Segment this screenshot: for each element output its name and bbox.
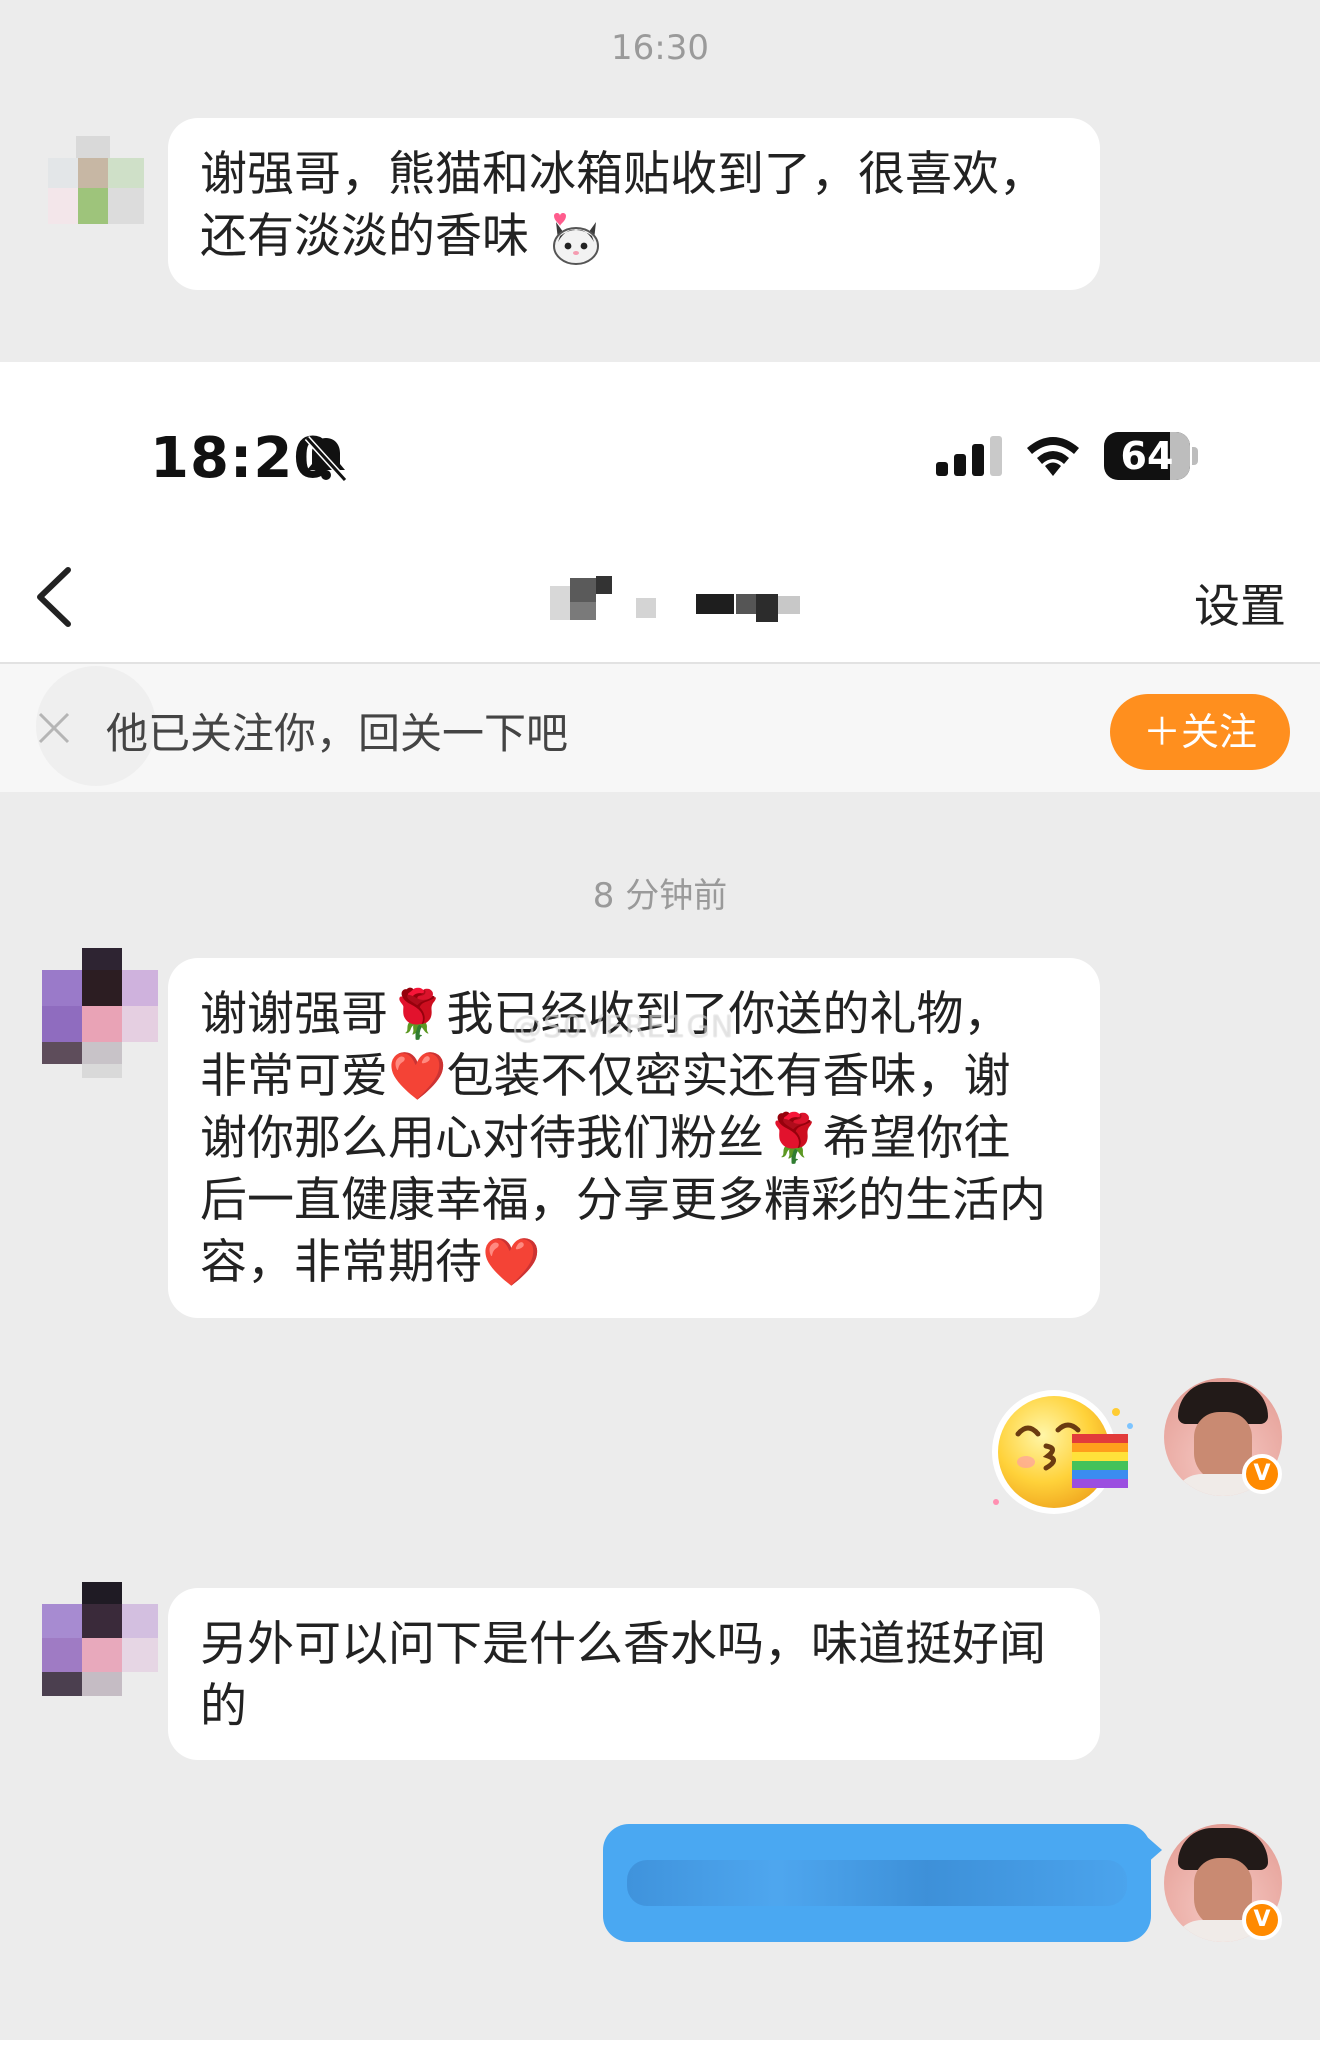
battery-icon: 64 [1104, 432, 1198, 480]
cellular-signal-icon [936, 436, 1002, 476]
close-icon[interactable] [34, 708, 74, 748]
message-text: 另外可以问下是什么香水吗，味道挺好闻 [200, 1617, 1046, 1672]
verified-badge-icon: V [1242, 1900, 1282, 1940]
watermark: @S0VERE1GN [512, 1010, 735, 1045]
message-text: 容，非常期待❤️ [200, 1235, 541, 1290]
avatar [42, 1582, 162, 1702]
message-text: 后一直健康幸福，分享更多精彩的生活内 [200, 1173, 1046, 1228]
wifi-icon [1027, 437, 1079, 476]
message-text: 谢强哥，熊猫和冰箱贴收到了，很喜欢， [200, 147, 1046, 202]
chat-area: 8 分钟前 谢谢强哥🌹我已经收到了你送的礼物， 非常可爱❤️包装不仅密实还有香味… [0, 792, 1320, 2066]
message-text: 还有淡淡的香味 [200, 209, 529, 264]
battery-level: 64 [1120, 434, 1174, 478]
chat-timestamp: 8 分钟前 [592, 876, 728, 916]
message-bubble: 另外可以问下是什么香水吗，味道挺好闻 的 [168, 1588, 1100, 1760]
message-text: 非常可爱❤️包装不仅密实还有香味，谢 [200, 1049, 1011, 1104]
follow-back-prompt: 他已关注你，回关一下吧 [106, 709, 569, 758]
bubble-tail [1146, 1836, 1162, 1864]
previous-chat-strip: 16:30 谢强哥，熊猫和冰箱贴收到了，很喜欢， 还有淡淡的香味 [0, 0, 1320, 362]
follow-back-banner: 他已关注你，回关一下吧 ＋关注 [0, 664, 1320, 792]
avatar [42, 948, 162, 1078]
follow-button[interactable]: ＋关注 [1110, 694, 1290, 770]
verified-badge-icon: V [1242, 1454, 1282, 1494]
settings-link[interactable]: 设置 [1194, 570, 1286, 636]
cat-face-icon [552, 212, 599, 265]
avatar [40, 130, 150, 230]
conversation-title [540, 568, 820, 628]
message-bubble: 谢强哥，熊猫和冰箱贴收到了，很喜欢， 还有淡淡的香味 [168, 118, 1100, 290]
kissing-face-rainbow-icon [992, 1390, 1133, 1514]
my-message-bubble [603, 1824, 1151, 1942]
chat-timestamp: 16:30 [611, 28, 709, 68]
bottom-edge [0, 2040, 1320, 2066]
back-chevron-icon[interactable] [30, 562, 80, 632]
message-text: 的 [200, 1679, 247, 1734]
bell-muted-icon [304, 435, 348, 482]
message-text: 谢你那么用心对待我们粉丝🌹希望你往 [200, 1111, 1011, 1166]
app-header-area: 18:20 64 设置 他已关注你，回关一下吧 ＋关注 [0, 362, 1320, 792]
blurred-message-text [627, 1860, 1127, 1906]
